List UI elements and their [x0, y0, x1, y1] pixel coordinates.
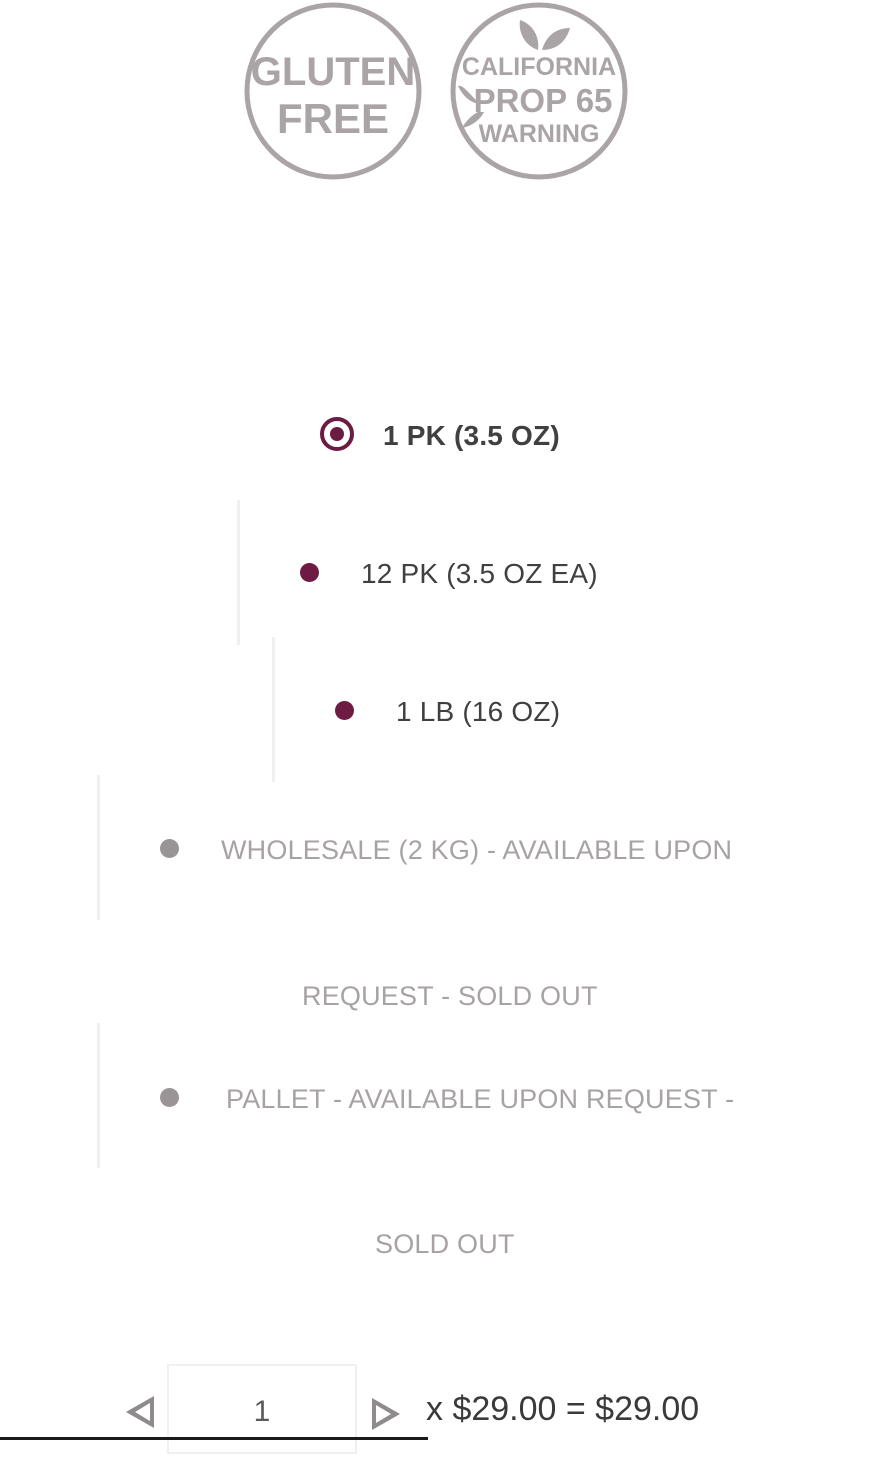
radio-dot-disabled-icon: [160, 1088, 179, 1107]
size-option-1pk[interactable]: 1 PK (3.5 OZ): [0, 400, 872, 470]
size-option-1lb[interactable]: 1 LB (16 OZ): [0, 637, 872, 782]
decrement-arrow-icon[interactable]: [126, 1396, 154, 1428]
badge-gluten-line2: FREE: [277, 95, 389, 142]
radio-dot-icon[interactable]: [300, 563, 319, 582]
option-divider: [237, 500, 240, 645]
prop-65-badge-icon: CALIFORNIA PROP 65 WARNING: [450, 2, 628, 180]
price-total: x $29.00 = $29.00: [426, 1390, 700, 1428]
size-option-label: 12 PK (3.5 OZ EA): [361, 558, 598, 589]
quantity-input[interactable]: 1: [167, 1364, 357, 1454]
size-option-pallet: PALLET - AVAILABLE UPON REQUEST - SOLD O…: [0, 1023, 872, 1268]
gluten-free-badge-icon: GLUTEN FREE: [244, 2, 422, 180]
option-divider: [272, 637, 275, 782]
option-divider: [97, 775, 100, 920]
badge-prop-line3: WARNING: [479, 120, 600, 148]
size-option-12pk[interactable]: 12 PK (3.5 OZ EA): [0, 500, 872, 645]
size-option-label-line1: PALLET - AVAILABLE UPON REQUEST -: [226, 1084, 735, 1114]
selected-radio-icon[interactable]: [320, 417, 354, 451]
size-option-label: 1 LB (16 OZ): [396, 696, 561, 727]
size-option-label-line2: SOLD OUT: [375, 1229, 515, 1259]
radio-dot-icon[interactable]: [335, 701, 354, 720]
badge-gluten-line1: GLUTEN: [251, 50, 415, 94]
option-divider: [97, 1023, 100, 1168]
increment-arrow-icon[interactable]: [372, 1398, 400, 1430]
size-option-label-line2: REQUEST - SOLD OUT: [302, 981, 598, 1011]
badge-prop-line1: CALIFORNIA: [462, 53, 616, 81]
size-option-wholesale: WHOLESALE (2 KG) - AVAILABLE UPON REQUES…: [0, 775, 872, 1020]
badge-prop-line2: PROP 65: [474, 82, 613, 119]
size-option-label: 1 PK (3.5 OZ): [383, 420, 560, 451]
size-option-label-line1: WHOLESALE (2 KG) - AVAILABLE UPON: [221, 835, 733, 865]
product-badges: GLUTEN FREE CALIFORNIA PROP 65 WARNING: [0, 0, 872, 190]
quantity-row: 1 x $29.00 = $29.00: [0, 1360, 872, 1454]
radio-dot-disabled-icon: [160, 839, 179, 858]
